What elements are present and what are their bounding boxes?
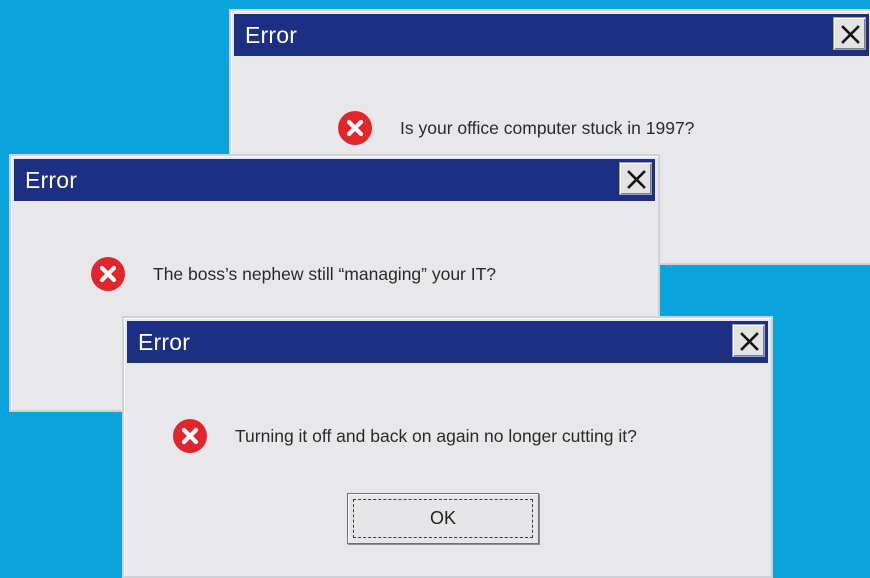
ok-button[interactable]: OK: [347, 493, 539, 544]
dialog-titlebar[interactable]: Error: [127, 321, 768, 363]
dialog-title: Error: [138, 329, 191, 355]
close-icon: [627, 170, 646, 189]
error-dialog-front: Error Turning it off and back on again n…: [122, 316, 773, 578]
close-icon: [841, 25, 860, 44]
close-button[interactable]: [833, 17, 866, 50]
dialog-title: Error: [25, 167, 78, 193]
ok-button-label: OK: [429, 508, 456, 528]
dialog-title: Error: [245, 22, 298, 48]
error-icon: [91, 257, 125, 291]
dialog-message: Is your office computer stuck in 1997?: [400, 117, 695, 138]
error-icon: [338, 111, 372, 145]
dialog-titlebar[interactable]: Error: [14, 159, 655, 201]
error-icon: [173, 419, 207, 453]
close-button[interactable]: [732, 324, 765, 357]
message-row: Is your office computer stuck in 1997?: [337, 110, 694, 146]
dialog-message: The boss’s nephew still “managing” your …: [153, 263, 497, 284]
dialog-titlebar[interactable]: Error: [234, 14, 869, 56]
close-icon: [740, 332, 759, 351]
message-row: Turning it off and back on again no long…: [172, 418, 637, 454]
message-row: The boss’s nephew still “managing” your …: [90, 256, 496, 292]
close-button[interactable]: [619, 162, 652, 195]
dialog-message: Turning it off and back on again no long…: [235, 425, 637, 446]
